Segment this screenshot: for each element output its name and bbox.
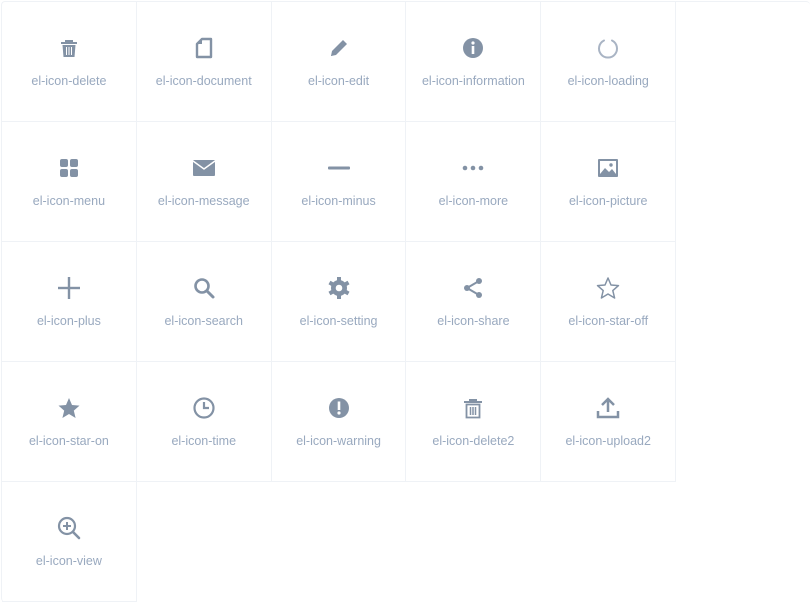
- document-icon: [192, 36, 216, 60]
- icon-label: el-icon-share: [437, 314, 510, 328]
- icon-label: el-icon-loading: [567, 74, 649, 88]
- icon-cell-star-on[interactable]: el-icon-star-on: [2, 362, 137, 482]
- share-icon: [461, 276, 485, 300]
- icon-cell-delete2[interactable]: el-icon-delete2: [406, 362, 542, 482]
- minus-icon: [327, 156, 351, 180]
- icon-grid: el-icon-delete el-icon-document el-icon-ed…: [1, 1, 810, 602]
- gear-icon: [327, 276, 351, 300]
- icon-label: el-icon-delete2: [432, 434, 515, 448]
- clock-icon: [192, 396, 216, 420]
- info-icon: [461, 36, 485, 60]
- icon-cell-menu[interactable]: el-icon-menu: [2, 122, 137, 242]
- icon-label: el-icon-picture: [568, 194, 648, 208]
- icon-cell-share[interactable]: el-icon-share: [406, 242, 542, 362]
- icon-label: el-icon-more: [438, 194, 509, 208]
- icon-label: el-icon-delete: [31, 74, 107, 88]
- zoom-in-icon: [57, 516, 81, 540]
- star-outline-icon: [596, 276, 620, 300]
- upload-icon: [596, 396, 620, 420]
- icon-cell-delete[interactable]: el-icon-delete: [2, 2, 137, 122]
- star-filled-icon: [57, 396, 81, 420]
- icon-label: el-icon-document: [155, 74, 252, 88]
- icon-cell-message[interactable]: el-icon-message: [136, 122, 272, 242]
- icon-label: el-icon-view: [35, 554, 102, 568]
- icon-label: el-icon-information: [421, 74, 525, 88]
- icon-label: el-icon-setting: [299, 314, 378, 328]
- icon-label: el-icon-edit: [308, 74, 370, 88]
- warning-icon: [327, 396, 351, 420]
- icon-cell-document[interactable]: el-icon-document: [136, 2, 272, 122]
- icon-cell-warning[interactable]: el-icon-warning: [271, 362, 407, 482]
- icon-label: el-icon-plus: [36, 314, 101, 328]
- envelope-icon: [192, 156, 216, 180]
- icon-cell-star-off[interactable]: el-icon-star-off: [541, 242, 677, 362]
- icon-cell-edit[interactable]: el-icon-edit: [271, 2, 407, 122]
- icon-label: el-icon-search: [164, 314, 243, 328]
- icon-label: el-icon-star-on: [28, 434, 109, 448]
- loading-icon: [596, 36, 620, 60]
- icon-cell-loading[interactable]: el-icon-loading: [541, 2, 677, 122]
- menu-grid-icon: [57, 156, 81, 180]
- icon-cell-information[interactable]: el-icon-information: [406, 2, 542, 122]
- icon-label: el-icon-menu: [32, 194, 106, 208]
- search-icon: [192, 276, 216, 300]
- trash-outline-icon: [461, 396, 485, 420]
- pencil-icon: [327, 36, 351, 60]
- plus-icon: [57, 276, 81, 300]
- icon-cell-setting[interactable]: el-icon-setting: [271, 242, 407, 362]
- icon-cell-plus[interactable]: el-icon-plus: [2, 242, 137, 362]
- icon-cell-view[interactable]: el-icon-view: [2, 482, 137, 602]
- icon-label: el-icon-time: [171, 434, 237, 448]
- icon-cell-picture[interactable]: el-icon-picture: [541, 122, 677, 242]
- icon-label: el-icon-warning: [296, 434, 381, 448]
- icon-cell-more[interactable]: el-icon-more: [406, 122, 542, 242]
- icon-cell-minus[interactable]: el-icon-minus: [271, 122, 407, 242]
- picture-icon: [596, 156, 620, 180]
- trash-icon: [57, 36, 81, 60]
- icon-cell-search[interactable]: el-icon-search: [136, 242, 272, 362]
- icon-cell-upload2[interactable]: el-icon-upload2: [541, 362, 677, 482]
- icon-label: el-icon-upload2: [565, 434, 651, 448]
- more-dots-icon: [461, 156, 485, 180]
- icon-label: el-icon-star-off: [568, 314, 649, 328]
- icon-label: el-icon-minus: [301, 194, 376, 208]
- icon-cell-time[interactable]: el-icon-time: [136, 362, 272, 482]
- icon-label: el-icon-message: [157, 194, 250, 208]
